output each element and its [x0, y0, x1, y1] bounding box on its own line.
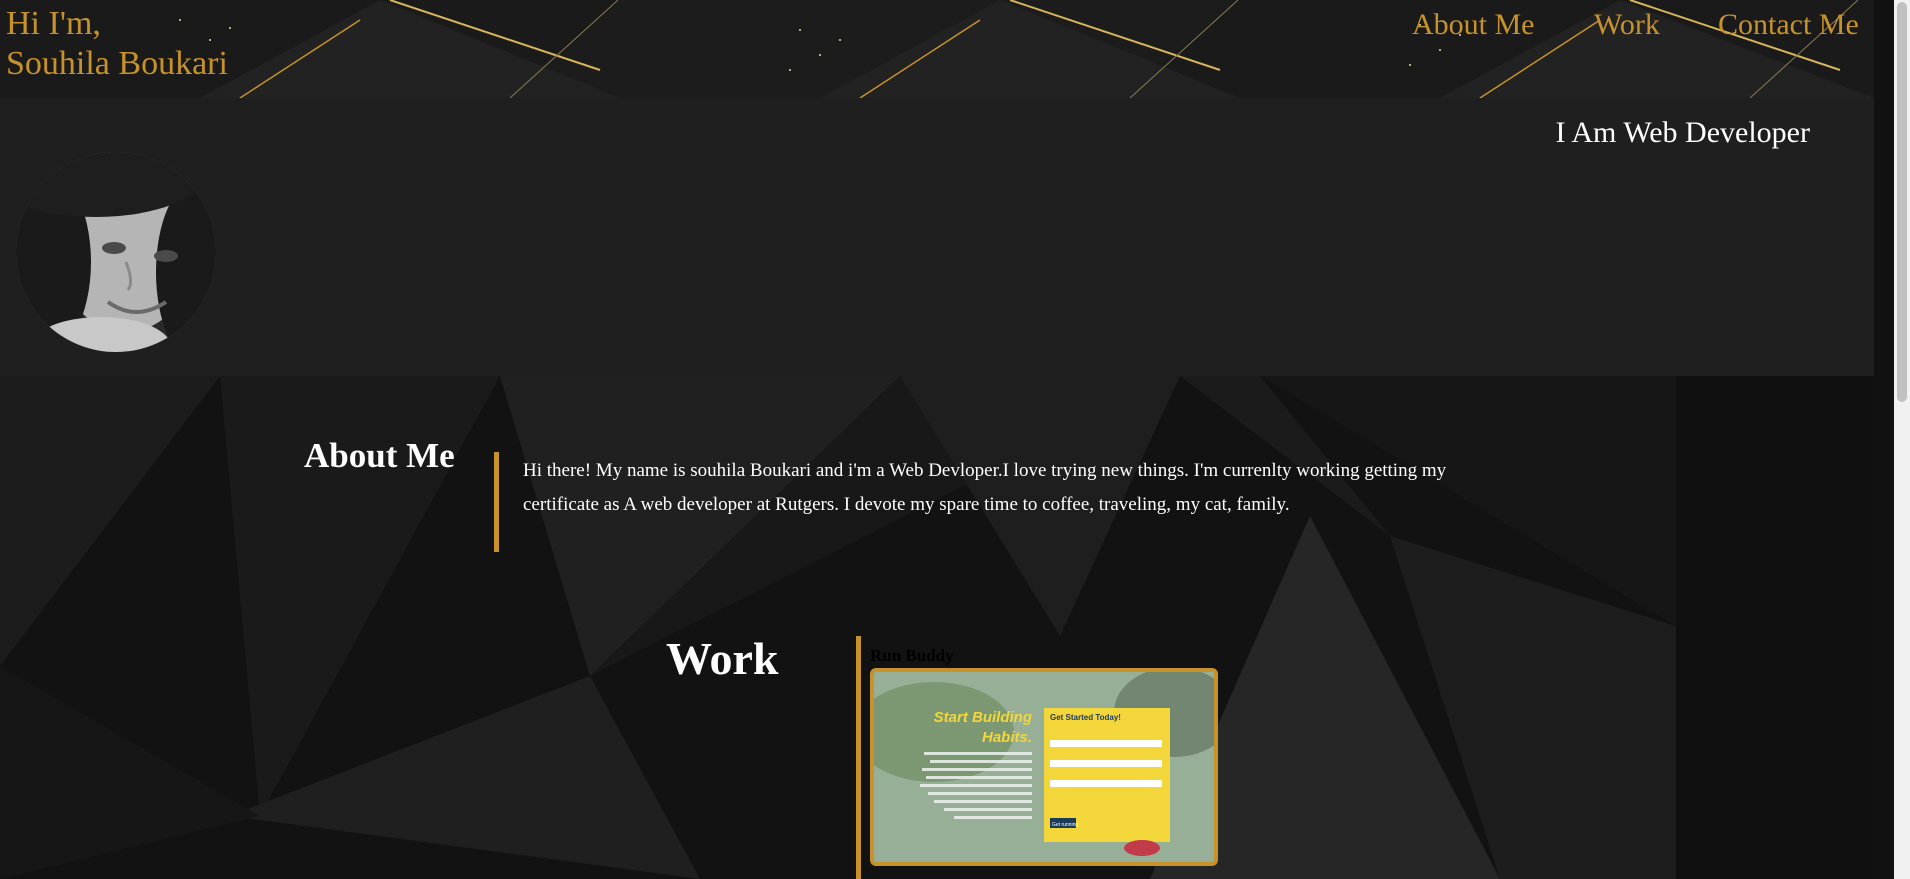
project-card-run-buddy[interactable]: Get Started Today! Get running Start Bui… [870, 668, 1218, 866]
brand-name: Souhila Boukari [6, 45, 228, 82]
scrollbar-thumb[interactable] [1897, 2, 1907, 402]
avatar [16, 152, 216, 352]
nav-link-about-me[interactable]: About Me [1412, 8, 1535, 42]
project-screenshot: Get Started Today! Get running Start Bui… [874, 672, 1214, 862]
work-divider [856, 636, 861, 879]
project-hero-heading-1: Start Building [934, 709, 1032, 726]
project-form-title: Get Started Today! [1050, 713, 1121, 722]
site-header: Hi I'm, Souhila Boukari About Me Work Co… [0, 0, 1874, 98]
project-title[interactable]: Run Buddy [870, 646, 954, 666]
hero-tagline: I Am Web Developer [1555, 116, 1810, 149]
nav-link-work[interactable]: Work [1594, 8, 1660, 42]
hero-banner: I Am Web Developer [0, 98, 1874, 376]
nav-link-contact-me[interactable]: Contact Me [1718, 8, 1859, 42]
about-section-text: Hi there! My name is souhila Boukari and… [494, 452, 1504, 552]
project-form-button: Get running [1052, 822, 1078, 828]
avatar-photo [16, 152, 216, 352]
about-section-title: About Me [304, 436, 455, 475]
work-section-title: Work [666, 633, 779, 684]
project-hero-heading-2: Habits. [982, 729, 1032, 746]
main-content: About Me Hi there! My name is souhila Bo… [0, 376, 1676, 879]
main-nav: About Me Work Contact Me [0, 8, 1874, 48]
right-margin [1676, 376, 1874, 879]
